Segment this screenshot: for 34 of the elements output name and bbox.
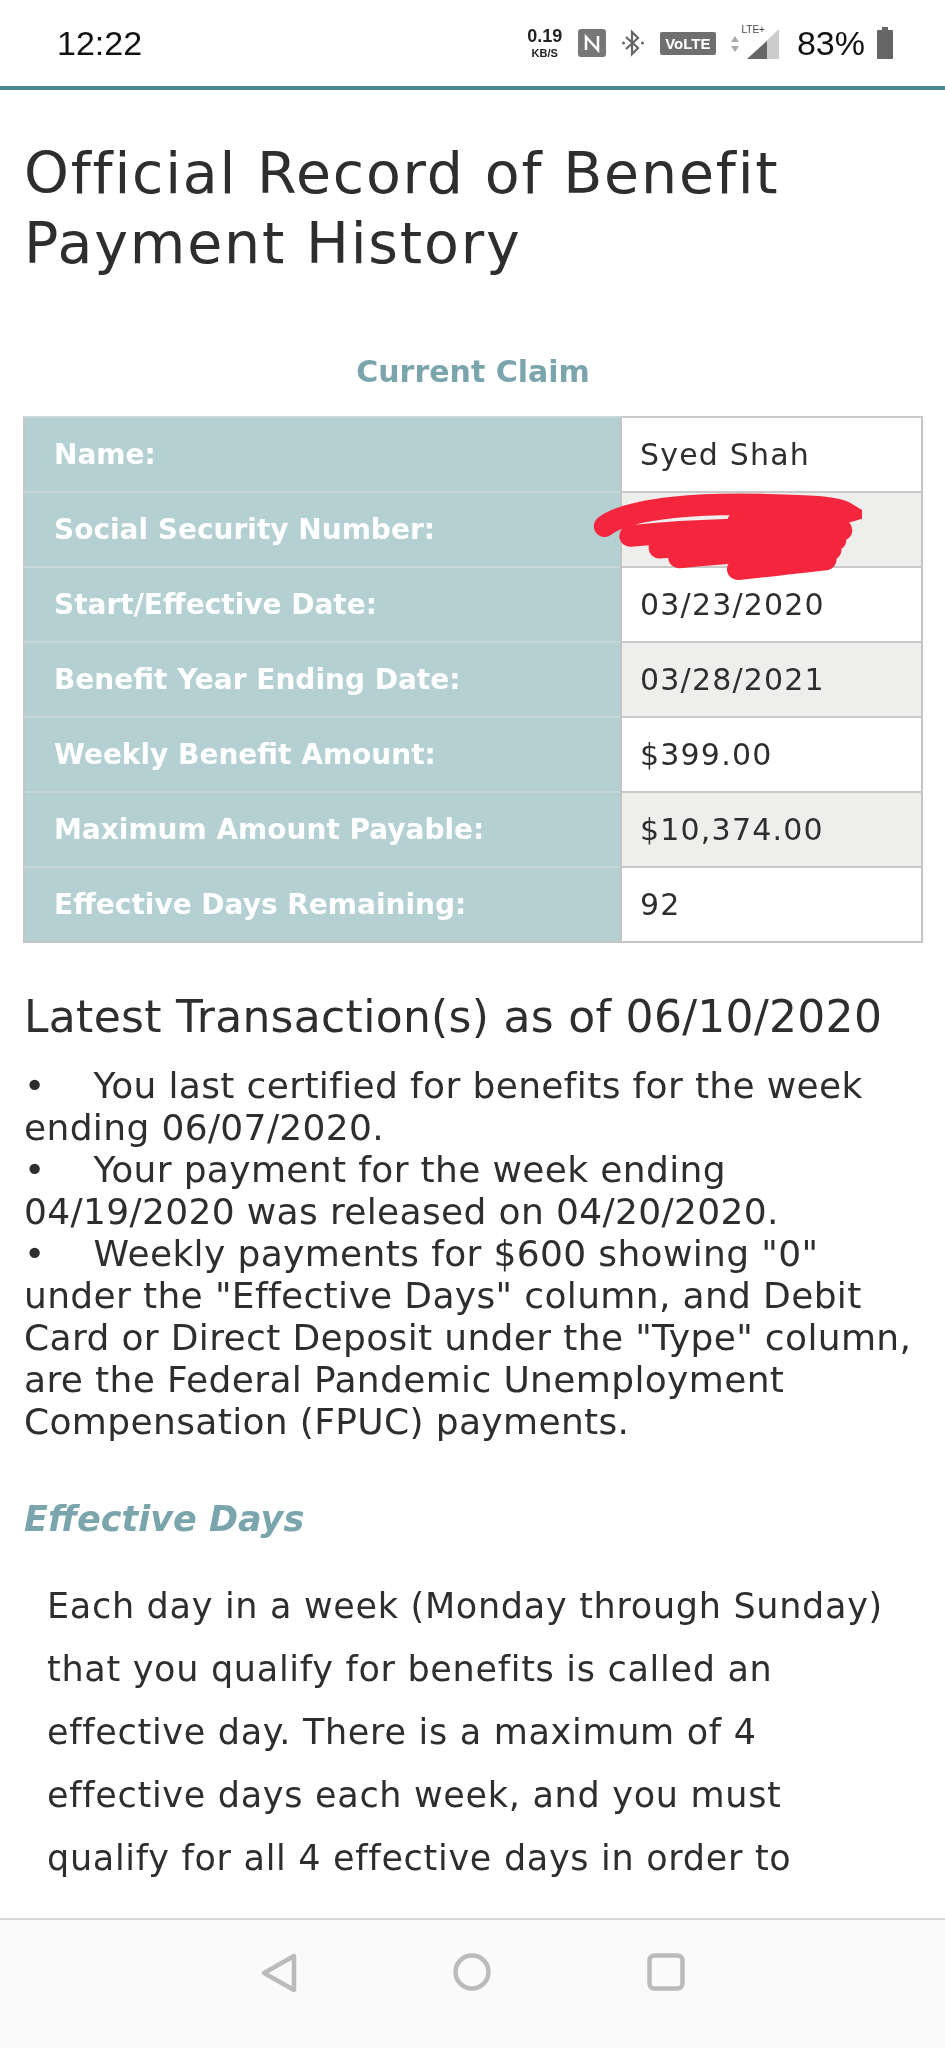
table-header-cell: Benefit Year Ending Date: xyxy=(24,642,621,717)
bullet-item: • Your payment for the week ending 04/19/2020 was released on 04/20/2020. xyxy=(24,1149,780,1233)
status-time: 12:22 xyxy=(57,23,143,63)
table-header-cell: Effective Days Remaining: xyxy=(24,867,621,942)
network-type-label: LTE+ xyxy=(741,25,765,35)
table-cell: $10,374.00 xyxy=(621,792,922,867)
table-cell: 03/28/2021 xyxy=(621,642,922,717)
effective-days-paragraph: Each day in a week (Monday through Sunday) that you qualify for benefits is called an effective day. There is a maximum of 4 effective days each week, and you must qualify for all 4 effective days in order to xyxy=(47,1585,884,1880)
page-title: Official Record of Benefit Payment History xyxy=(24,139,781,278)
back-icon[interactable] xyxy=(260,1953,297,1993)
bullet-item: • Weekly payments for $600 showing "0" under the "Effective Days" column, and Debit Card or Direct Deposit under the "Type" column, are the Federal Pandemic Unemployment Compensation (FPUC) payments. xyxy=(24,1233,913,1443)
data-speed-unit: KB/S xyxy=(531,48,558,59)
battery-icon xyxy=(877,27,893,59)
recents-icon[interactable] xyxy=(646,1953,685,1991)
table-cell: 92 xyxy=(621,867,922,942)
bullet-item: • You last certified for benefits for the week ending 06/07/2020. xyxy=(24,1065,864,1149)
bluetooth-icon xyxy=(622,29,645,57)
section-heading: Effective Days xyxy=(24,1498,306,1541)
volte-badge: VoLTE xyxy=(660,31,716,55)
table-header-cell: Maximum Amount Payable: xyxy=(24,792,621,867)
table-header-cell: Start/Effective Date: xyxy=(24,567,621,642)
data-arrows-icon xyxy=(729,35,740,53)
table-cell: Syed Shah xyxy=(621,417,922,492)
nfc-icon xyxy=(578,29,607,57)
section-heading: Current Claim xyxy=(355,353,591,391)
table-cell: 03/23/2020 xyxy=(621,567,922,642)
table-header-cell: Name: xyxy=(24,417,621,492)
data-speed-value: 0.19 xyxy=(527,27,563,45)
battery-percent: 83% xyxy=(796,23,865,63)
table-cell: $399.00 xyxy=(621,717,922,792)
table-header-cell: Social Security Number: xyxy=(24,492,621,567)
home-icon[interactable] xyxy=(452,1953,491,1991)
table-header-cell: Weekly Benefit Amount: xyxy=(24,717,621,792)
section-heading: Latest Transaction(s) as of 06/10/2020 xyxy=(24,991,884,1043)
